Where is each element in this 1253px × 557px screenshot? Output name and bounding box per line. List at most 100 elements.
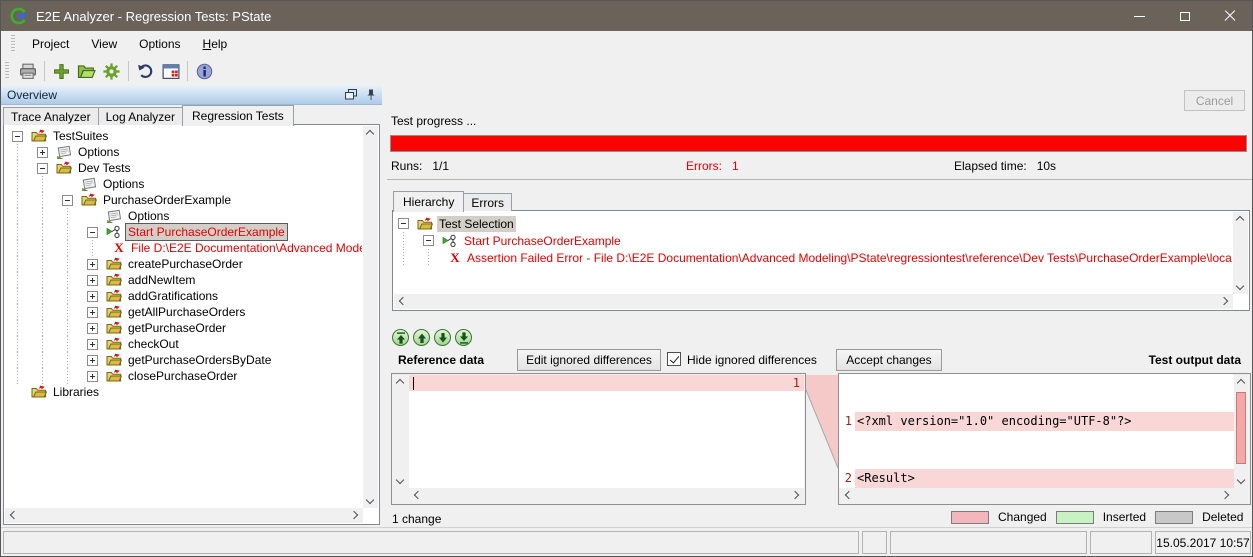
minimize-button[interactable] [1117, 1, 1162, 31]
tree-item-options[interactable]: Options [4, 144, 362, 160]
menu-grip[interactable] [11, 35, 15, 53]
scroll-up-icon [396, 379, 404, 387]
float-panel-icon[interactable] [345, 89, 357, 100]
undo-button[interactable] [133, 59, 158, 83]
tree-item-purchaseorderexample[interactable]: PurchaseOrderExample [4, 192, 362, 208]
tree-horizontal-scrollbar[interactable] [5, 508, 363, 523]
expand-toggle[interactable] [87, 275, 98, 286]
next-difference-button[interactable] [434, 329, 451, 346]
menu-help[interactable]: Help [192, 31, 239, 57]
diff-marker-thumb[interactable] [1236, 392, 1246, 464]
tree-item-start-purchaseorderexample[interactable]: Start PurchaseOrderExample [4, 224, 362, 240]
add-icon [53, 63, 70, 80]
start-test-icon [442, 234, 458, 248]
info-button[interactable] [192, 59, 217, 83]
code-line: <?xml version="1.0" encoding="UTF-8"?> [855, 412, 1234, 431]
cancel-button[interactable]: Cancel [1184, 90, 1245, 111]
output-horizontal-scrollbar[interactable] [840, 488, 1234, 503]
add-button[interactable] [49, 59, 74, 83]
code-line: <Result> [855, 469, 1234, 488]
collapse-toggle[interactable] [12, 131, 23, 142]
report-button[interactable] [158, 59, 183, 83]
arrow-up-icon [417, 332, 427, 344]
edit-ignored-differences-button[interactable]: Edit ignored differences [517, 349, 661, 371]
tree-item-error-file[interactable]: File D:\E2E Documentation\Advanced Model… [4, 240, 362, 256]
reference-data-panel: 1 [391, 373, 806, 505]
collapse-toggle[interactable] [87, 227, 98, 238]
output-vertical-scrollbar[interactable] [1234, 375, 1249, 488]
overview-title: Overview [7, 88, 57, 102]
tab-trace-analyzer[interactable]: Trace Analyzer [3, 107, 99, 125]
tree-vertical-scrollbar[interactable] [363, 126, 378, 508]
toolbar-separator [44, 61, 45, 81]
title-bar: E2E Analyzer - Regression Tests: PState [1, 1, 1252, 31]
menu-project[interactable]: Project [21, 31, 80, 57]
tree-item-libraries[interactable]: Libraries [4, 384, 362, 400]
hierarchy-horizontal-scrollbar[interactable] [394, 294, 1233, 309]
expand-toggle[interactable] [87, 339, 98, 350]
tree-item-options[interactable]: Options [4, 208, 362, 224]
tree-item-assertion-failed-error[interactable]: Assertion Failed Error - File D:\E2E Doc… [393, 249, 1232, 266]
toolbar-separator [128, 61, 129, 81]
tab-hierarchy[interactable]: Hierarchy [393, 191, 464, 212]
suite-folder-icon [106, 353, 122, 367]
test-progress-bar-fill [391, 136, 1246, 151]
tree-item-options[interactable]: Options [4, 176, 362, 192]
tree-item-test-selection[interactable]: Test Selection [393, 215, 1232, 232]
pin-panel-icon[interactable] [366, 89, 376, 101]
toolbar-grip[interactable] [5, 62, 9, 80]
expand-toggle[interactable] [87, 291, 98, 302]
hide-ignored-differences-label[interactable]: Hide ignored differences [687, 353, 817, 367]
tree-item-addnewitem[interactable]: addNewItem [4, 272, 362, 288]
expand-toggle[interactable] [87, 371, 98, 382]
collapse-toggle[interactable] [37, 163, 48, 174]
output-editor[interactable]: <?xml version="1.0" encoding="UTF-8"?> <… [855, 374, 1234, 488]
menu-view[interactable]: View [80, 31, 128, 57]
tab-log-analyzer[interactable]: Log Analyzer [98, 107, 183, 125]
tree-item-getpurchaseorder[interactable]: getPurchaseOrder [4, 320, 362, 336]
last-difference-button[interactable] [455, 329, 472, 346]
maximize-button[interactable] [1162, 1, 1207, 31]
settings-button[interactable] [99, 59, 124, 83]
expand-toggle[interactable] [87, 307, 98, 318]
expand-toggle[interactable] [87, 323, 98, 334]
tree-item-checkout[interactable]: checkOut [4, 336, 362, 352]
test-output-data-label: Test output data [1142, 353, 1241, 367]
status-bar: 15.05.2017 10:57 [1, 527, 1252, 556]
open-button[interactable] [74, 59, 99, 83]
first-difference-button[interactable] [392, 329, 409, 346]
close-button[interactable] [1207, 1, 1252, 31]
toolbar-separator [187, 61, 188, 81]
previous-difference-button[interactable] [413, 329, 430, 346]
reference-horizontal-scrollbar[interactable] [409, 488, 804, 503]
expand-toggle[interactable] [87, 355, 98, 366]
tree-item-getpurchaseordersbydate[interactable]: getPurchaseOrdersByDate [4, 352, 362, 368]
app-logo-icon [10, 7, 28, 25]
tree-item-addgratifications[interactable]: addGratifications [4, 288, 362, 304]
tree-item-closepurchaseorder[interactable]: closePurchaseOrder [4, 368, 362, 384]
hierarchy-vertical-scrollbar[interactable] [1233, 212, 1248, 294]
reference-vertical-scrollbar[interactable] [393, 375, 408, 488]
collapse-toggle[interactable] [398, 218, 409, 229]
collapse-toggle[interactable] [423, 235, 434, 246]
tree-item-start-purchaseorderexample[interactable]: Start PurchaseOrderExample [393, 232, 1232, 249]
reference-editor[interactable]: 1 [409, 375, 804, 488]
test-output-panel: 1 2 3 4 5 <?xml version="1.0" encoding="… [838, 373, 1251, 505]
expand-toggle[interactable] [37, 147, 48, 158]
print-button[interactable] [15, 59, 40, 83]
menu-options[interactable]: Options [128, 31, 191, 57]
expand-toggle[interactable] [87, 259, 98, 270]
accept-changes-button[interactable]: Accept changes [836, 349, 942, 371]
start-test-icon [106, 225, 122, 239]
tree-item-getallpurchaseorders[interactable]: getAllPurchaseOrders [4, 304, 362, 320]
tree-item-dev-tests[interactable]: Dev Tests [4, 160, 362, 176]
collapse-toggle[interactable] [62, 195, 73, 206]
tab-errors[interactable]: Errors [463, 193, 512, 211]
settings-gear-icon [103, 63, 120, 80]
tree-item-testsuites[interactable]: TestSuites [4, 128, 362, 144]
hide-ignored-differences-checkbox[interactable] [667, 352, 681, 366]
tree-item-createpurchaseorder[interactable]: createPurchaseOrder [4, 256, 362, 272]
options-note-icon [56, 145, 72, 159]
tab-regression-tests[interactable]: Regression Tests [182, 105, 294, 126]
changed-color-swatch [951, 511, 989, 524]
